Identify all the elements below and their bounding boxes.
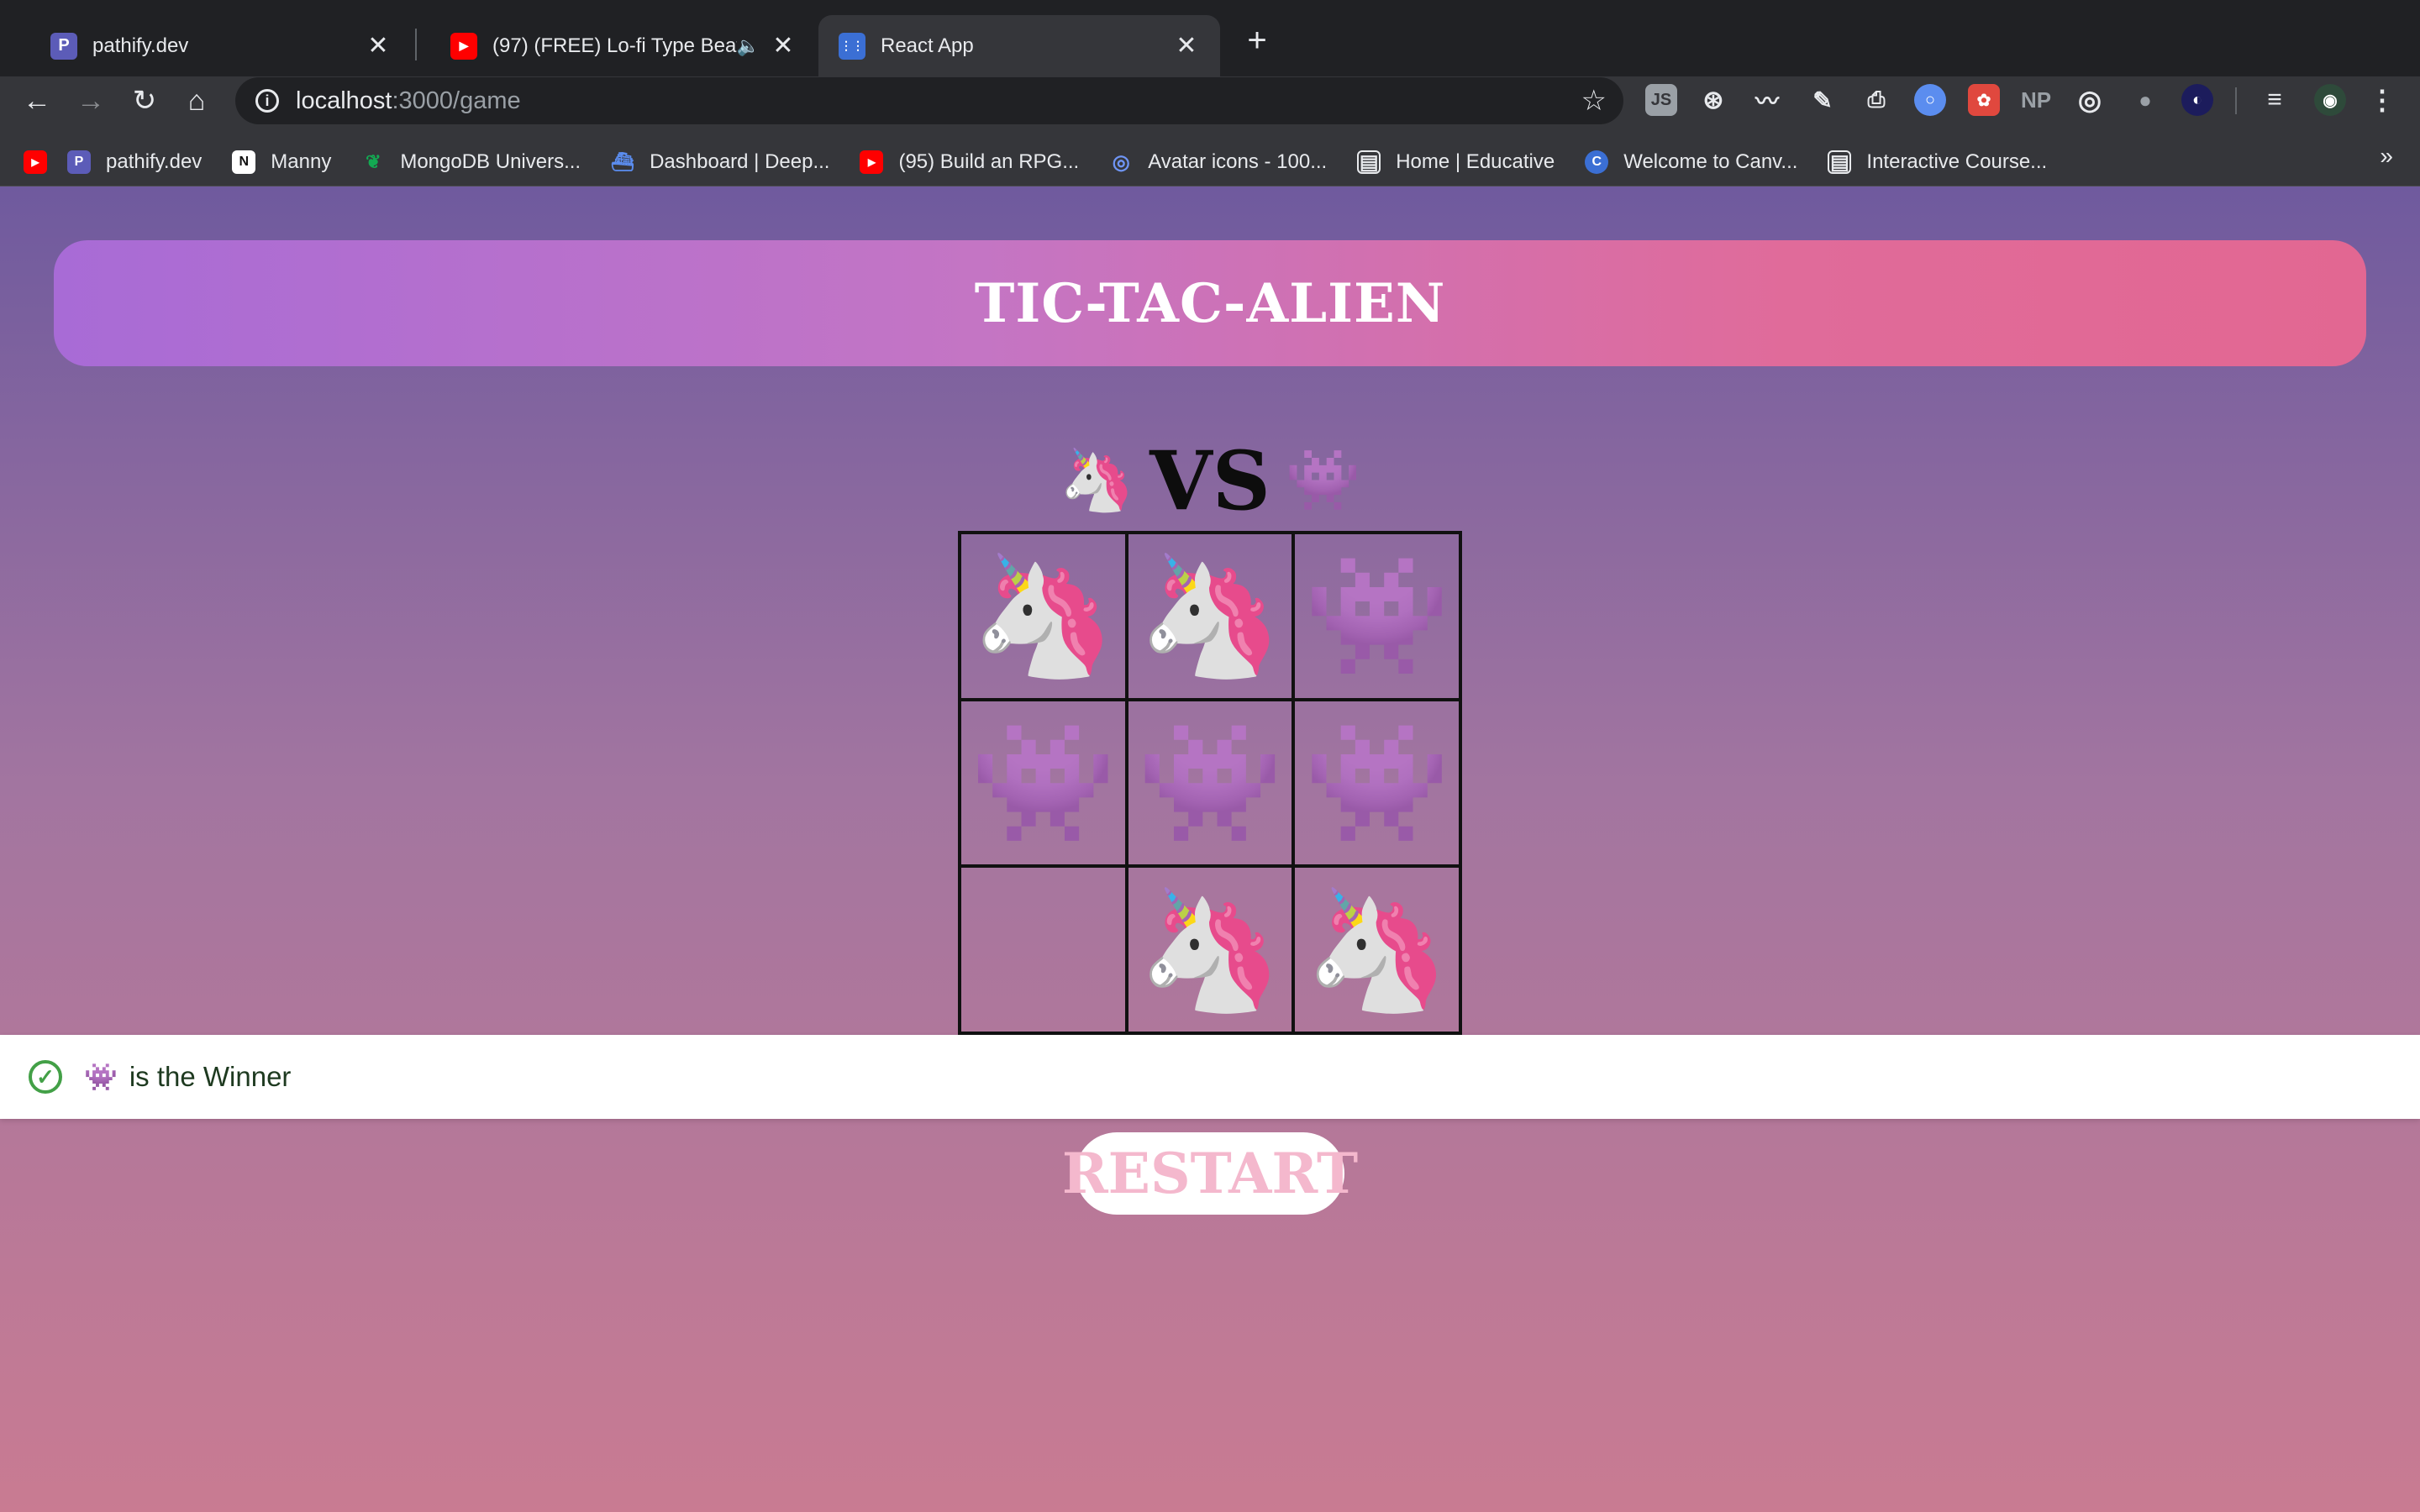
bookmark-label: Home | Educative xyxy=(1396,150,1555,173)
bookmark-label: MongoDB Univers... xyxy=(400,150,581,173)
url-path: :3000/game xyxy=(392,87,521,114)
board-cell[interactable]: 🦄 xyxy=(960,533,1127,700)
close-icon[interactable]: ✕ xyxy=(766,31,800,60)
bookmark-star-icon[interactable]: ☆ xyxy=(1581,84,1607,118)
page-title: TIC-TAC-ALIEN xyxy=(974,271,1446,335)
players-row: 🦄 VS 👾 xyxy=(0,430,2420,531)
pathify-icon: P xyxy=(67,150,91,174)
extension-circle-icon[interactable]: ○ xyxy=(1914,84,1946,116)
course-icon: ▤ xyxy=(1828,150,1852,174)
game-board: 🦄 🦄 👾 👾 👾 👾 🦄 🦄 xyxy=(958,531,1462,1035)
board-cell[interactable]: 👾 xyxy=(1293,533,1460,700)
bookmarks-bar: ▶ P pathify.dev N Manny ❦ MongoDB Univer… xyxy=(0,138,2420,186)
game-page: TIC-TAC-ALIEN 🦄 VS 👾 🦄 🦄 👾 👾 👾 👾 🦄 🦄 ✓ 👾… xyxy=(0,186,2420,1512)
tab-pathify[interactable]: P pathify.dev ✕ xyxy=(18,15,412,76)
restart-button[interactable]: RESTART xyxy=(1062,1132,1358,1215)
board-cell[interactable] xyxy=(960,866,1127,1033)
board-cell[interactable]: 👾 xyxy=(960,699,1127,867)
canvas-icon: C xyxy=(1585,150,1609,174)
check-circle-icon: ✓ xyxy=(29,1060,62,1094)
tab-youtube[interactable]: ▶ (97) (FREE) Lo-fi Type Beat 🔈 ✕ xyxy=(418,15,817,76)
bookmark-interactive-course[interactable]: ▤ Interactive Course... xyxy=(1828,150,2047,174)
tab-title: React App xyxy=(881,34,974,57)
back-arrow-icon[interactable]: ← xyxy=(18,82,55,119)
bookmark-label: Welcome to Canv... xyxy=(1623,150,1798,173)
extension-js-icon[interactable]: JS xyxy=(1645,84,1677,116)
new-tab-button[interactable]: + xyxy=(1240,24,1274,57)
tab-title: pathify.dev xyxy=(92,34,189,57)
bookmark-youtube[interactable]: ▶ xyxy=(24,150,47,174)
extension-red-icon[interactable]: ✿ xyxy=(1968,84,2000,116)
notion-icon: N xyxy=(232,150,256,174)
extension-globe-icon[interactable]: ◐ xyxy=(2181,84,2213,116)
tab-bar: P pathify.dev ✕ ▶ (97) (FREE) Lo-fi Type… xyxy=(0,0,2420,76)
vs-label: VS xyxy=(1150,433,1270,528)
extension-target-icon[interactable]: ◎ xyxy=(2074,84,2106,116)
react-app-icon: ⋮⋮ xyxy=(839,32,865,60)
bookmark-deepnote[interactable]: ⛴ Dashboard | Deep... xyxy=(611,150,829,174)
bookmark-label: (95) Build an RPG... xyxy=(898,150,1080,173)
bookmark-label: Manny xyxy=(271,150,332,173)
youtube-icon: ▶ xyxy=(24,150,47,174)
toast-message: is the Winner xyxy=(129,1061,292,1092)
bookmark-label: Dashboard | Deep... xyxy=(650,150,830,173)
deepnote-icon: ⛴ xyxy=(611,151,635,172)
extension-pen-icon[interactable]: ✎ xyxy=(1807,84,1839,116)
board-cell[interactable]: 🦄 xyxy=(1293,866,1460,1033)
extension-bulb-icon[interactable]: ● xyxy=(2129,84,2161,116)
bookmark-rpg[interactable]: ▶ (95) Build an RPG... xyxy=(860,150,1079,174)
home-icon[interactable]: ⌂ xyxy=(178,82,215,119)
reload-icon[interactable]: ↻ xyxy=(126,82,163,119)
extension-printer-icon[interactable]: ⎙ xyxy=(1860,84,1892,116)
menu-kebab-icon[interactable]: ⋮ xyxy=(2366,84,2398,116)
unicorn-icon: 🦄 xyxy=(1059,447,1135,514)
winner-toast: ✓ 👾 is the Winner xyxy=(0,1035,2420,1119)
bookmark-label: Avatar icons - 100... xyxy=(1148,150,1328,173)
info-icon[interactable]: i xyxy=(255,89,279,113)
bookmark-manny[interactable]: N Manny xyxy=(232,150,331,174)
toolbar-divider xyxy=(2235,87,2237,114)
board-cell[interactable]: 👾 xyxy=(1293,699,1460,867)
media-queue-icon[interactable]: ≡ xyxy=(2259,84,2291,116)
bookmark-educative[interactable]: ▤ Home | Educative xyxy=(1357,150,1555,174)
bookmark-label: pathify.dev xyxy=(106,150,203,173)
bookmark-canvas[interactable]: C Welcome to Canv... xyxy=(1585,150,1797,174)
youtube-icon: ▶ xyxy=(860,150,884,174)
educative-icon: ▤ xyxy=(1357,150,1381,174)
address-bar[interactable]: i localhost:3000/game ☆ xyxy=(235,77,1623,124)
extension-np-icon[interactable]: NP xyxy=(2020,84,2052,116)
tab-title: (97) (FREE) Lo-fi Type Beat xyxy=(492,34,737,57)
board-cell[interactable]: 🦄 xyxy=(1126,533,1294,700)
close-icon[interactable]: ✕ xyxy=(1170,31,1203,60)
bookmark-mongodb[interactable]: ❦ MongoDB Univers... xyxy=(361,150,581,174)
close-icon[interactable]: ✕ xyxy=(361,31,395,60)
bookmark-pathify[interactable]: P pathify.dev xyxy=(67,150,202,174)
tab-separator xyxy=(415,29,417,60)
forward-arrow-icon[interactable]: → xyxy=(72,82,109,119)
pathify-icon: P xyxy=(50,32,77,60)
board-cell[interactable]: 🦄 xyxy=(1126,866,1294,1033)
bookmark-avatar-icons[interactable]: ◎ Avatar icons - 100... xyxy=(1109,150,1327,174)
tab-react-app[interactable]: ⋮⋮ React App ✕ xyxy=(818,15,1220,76)
bookmarks-overflow-icon[interactable]: » xyxy=(2380,143,2393,170)
avatar-search-icon: ◎ xyxy=(1112,150,1130,174)
mongodb-leaf-icon: ❦ xyxy=(366,151,381,172)
youtube-icon: ▶ xyxy=(450,32,477,60)
alien-icon: 👾 xyxy=(1285,447,1361,514)
speaker-icon[interactable]: 🔈 xyxy=(737,35,760,57)
board-cell[interactable]: 👾 xyxy=(1126,699,1294,867)
url-host: localhost xyxy=(296,87,392,114)
extension-ring-icon[interactable]: ⊛ xyxy=(1697,84,1729,116)
header-banner: TIC-TAC-ALIEN xyxy=(54,240,2366,366)
alien-icon: 👾 xyxy=(84,1062,118,1092)
extension-wave-icon[interactable]: 〰 xyxy=(1751,84,1783,116)
profile-avatar[interactable]: ◉ xyxy=(2314,84,2346,116)
bookmark-label: Interactive Course... xyxy=(1866,150,2048,173)
